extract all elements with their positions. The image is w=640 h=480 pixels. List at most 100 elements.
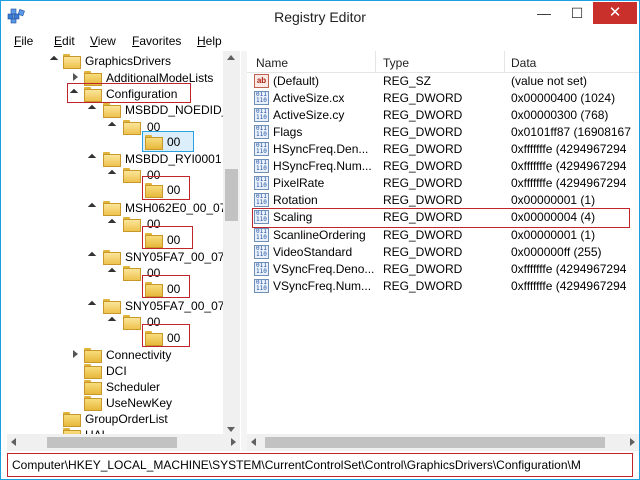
tree-item-00[interactable]: 00 bbox=[7, 330, 227, 347]
value-data: 0xfffffffe (4294967294 bbox=[511, 176, 627, 190]
string-value-icon: ab bbox=[254, 74, 269, 88]
scroll-down-icon[interactable] bbox=[227, 427, 235, 432]
tree-vertical-scrollbar[interactable] bbox=[223, 51, 240, 436]
collapse-arrow-icon[interactable] bbox=[89, 252, 97, 260]
collapse-arrow-icon[interactable] bbox=[109, 317, 117, 325]
column-header-name[interactable]: Name bbox=[256, 56, 288, 70]
value-data: 0xfffffffe (4294967294 bbox=[511, 279, 627, 293]
table-row[interactable]: 011 110 Rotation REG_DWORD 0x00000001 (1) bbox=[247, 192, 639, 209]
column-divider[interactable] bbox=[375, 51, 376, 73]
scroll-right-icon[interactable] bbox=[630, 438, 635, 446]
menu-favorites[interactable]: Favorites bbox=[132, 34, 181, 48]
value-name: ActiveSize.cy bbox=[273, 108, 345, 122]
collapse-arrow-icon[interactable] bbox=[89, 154, 97, 162]
tree-item-00[interactable]: 00 bbox=[7, 216, 227, 233]
collapse-arrow-icon[interactable] bbox=[109, 268, 117, 276]
registry-editor-window: Registry Editor — ☐ ✕ File Edit View Fav… bbox=[0, 0, 640, 480]
binary-value-icon: 011 110 bbox=[254, 125, 269, 139]
tree-item-graphicsdrivers[interactable]: GraphicsDrivers bbox=[7, 53, 227, 70]
menu-favorites-label: avorites bbox=[139, 34, 182, 48]
tree-item-label: UseNewKey bbox=[106, 396, 173, 410]
close-button[interactable]: ✕ bbox=[593, 2, 637, 24]
value-data: (value not set) bbox=[511, 74, 588, 88]
value-type: REG_DWORD bbox=[383, 91, 463, 105]
tree-item-connectivity[interactable]: Connectivity bbox=[7, 347, 227, 364]
scroll-left-icon[interactable] bbox=[251, 438, 256, 446]
table-row[interactable]: 011 110 VSyncFreq.Num... REG_DWORD 0xffff… bbox=[247, 278, 639, 295]
collapse-arrow-icon[interactable] bbox=[89, 301, 97, 309]
minimize-button[interactable]: — bbox=[529, 2, 559, 24]
scroll-thumb[interactable] bbox=[265, 437, 605, 448]
maximize-button[interactable]: ☐ bbox=[562, 2, 592, 24]
value-name: HSyncFreq.Num... bbox=[273, 159, 372, 173]
tree-item-label: MSH062E0_00_07 bbox=[125, 201, 227, 215]
tree-item-label: Connectivity bbox=[106, 348, 172, 362]
value-type: REG_SZ bbox=[383, 74, 432, 88]
column-header-data[interactable]: Data bbox=[511, 56, 536, 70]
tree-item-msbdd-ryi0001[interactable]: MSBDD_RYI0001 bbox=[7, 151, 227, 168]
tree-item-label: MSBDD_NOEDID_ bbox=[125, 103, 229, 117]
collapse-arrow-icon[interactable] bbox=[51, 56, 59, 64]
folder-open-icon bbox=[103, 299, 121, 314]
tree-item-dci[interactable]: DCI bbox=[7, 363, 227, 380]
table-row[interactable]: 011 110 VSyncFreq.Deno... REG_DWORD 0xfff… bbox=[247, 261, 639, 278]
folder-open-icon bbox=[123, 266, 141, 281]
menu-view[interactable]: View bbox=[90, 34, 116, 48]
expand-arrow-icon[interactable] bbox=[72, 73, 80, 81]
menu-file[interactable]: File bbox=[14, 34, 33, 48]
scroll-right-icon[interactable] bbox=[231, 438, 236, 446]
tree-item-00[interactable]: 00 bbox=[7, 232, 227, 249]
tree-item-msbdd-noedid[interactable]: MSBDD_NOEDID_ bbox=[7, 102, 229, 119]
tree-item-sny05fa7[interactable]: SNY05FA7_00_07 bbox=[7, 249, 227, 266]
collapse-arrow-icon[interactable] bbox=[109, 219, 117, 227]
value-type: REG_DWORD bbox=[383, 279, 463, 293]
tree-item-label: GroupOrderList bbox=[85, 412, 168, 426]
tree-horizontal-scrollbar[interactable] bbox=[7, 434, 240, 451]
table-row[interactable]: 011 110 ActiveSize.cx REG_DWORD 0x0000040… bbox=[247, 90, 639, 107]
menu-view-label: iew bbox=[97, 34, 116, 48]
column-divider[interactable] bbox=[504, 51, 505, 73]
value-data: 0xfffffffe (4294967294 bbox=[511, 262, 627, 276]
table-row[interactable]: 011 110 Flags REG_DWORD 0x0101ff87 (16908… bbox=[247, 124, 639, 141]
tree-item-sny05fa7[interactable]: SNY05FA7_00_07 bbox=[7, 298, 227, 315]
collapse-arrow-icon[interactable] bbox=[89, 105, 97, 113]
title-bar: Registry Editor — ☐ ✕ bbox=[1, 1, 639, 32]
collapse-arrow-icon[interactable] bbox=[109, 122, 117, 130]
binary-value-icon: 011 110 bbox=[254, 193, 269, 207]
scroll-left-icon[interactable] bbox=[11, 438, 16, 446]
tree-item-00[interactable]: 00 bbox=[7, 182, 227, 199]
tree-item-00-selected[interactable]: 00 bbox=[7, 134, 227, 151]
annotation-box-00 bbox=[142, 275, 190, 298]
values-list: Name Type Data ab (Default) REG_SZ (valu… bbox=[247, 51, 639, 451]
collapse-arrow-icon[interactable] bbox=[89, 203, 97, 211]
tree-item-grouporderlist[interactable]: GroupOrderList bbox=[7, 411, 227, 428]
table-row[interactable]: 011 110 HSyncFreq.Num... REG_DWORD 0xffff… bbox=[247, 158, 639, 175]
collapse-arrow-icon[interactable] bbox=[109, 170, 117, 178]
menu-edit[interactable]: Edit bbox=[54, 34, 75, 48]
table-row[interactable]: 011 110 VideoStandard REG_DWORD 0x000000f… bbox=[247, 244, 639, 261]
folder-open-icon bbox=[123, 168, 141, 183]
folder-open-icon bbox=[123, 120, 141, 135]
tree-item-usenewkey[interactable]: UseNewKey bbox=[7, 395, 227, 412]
scroll-up-icon[interactable] bbox=[227, 55, 235, 60]
table-row[interactable]: 011 110 ScanlineOrdering REG_DWORD 0x0000… bbox=[247, 227, 639, 244]
tree-item-00[interactable]: 00 bbox=[7, 314, 227, 331]
binary-value-icon: 011 110 bbox=[254, 159, 269, 173]
table-row[interactable]: ab (Default) REG_SZ (value not set) bbox=[247, 73, 639, 90]
tree-item-msh062e0[interactable]: MSH062E0_00_07 bbox=[7, 200, 227, 217]
expand-arrow-icon[interactable] bbox=[72, 350, 80, 358]
list-horizontal-scrollbar[interactable] bbox=[247, 434, 639, 451]
table-row[interactable]: 011 110 HSyncFreq.Den... REG_DWORD 0xffff… bbox=[247, 141, 639, 158]
tree-item-00[interactable]: 00 bbox=[7, 265, 227, 282]
column-header-type[interactable]: Type bbox=[383, 56, 409, 70]
value-name: (Default) bbox=[273, 74, 320, 88]
tree-item-scheduler[interactable]: Scheduler bbox=[7, 379, 227, 396]
table-row[interactable]: 011 110 ActiveSize.cy REG_DWORD 0x0000030… bbox=[247, 107, 639, 124]
tree-item-00[interactable]: 00 bbox=[7, 281, 227, 298]
scroll-thumb[interactable] bbox=[225, 169, 238, 221]
binary-value-icon: 011 110 bbox=[254, 108, 269, 122]
menu-help[interactable]: Help bbox=[197, 34, 222, 48]
scroll-thumb[interactable] bbox=[47, 437, 177, 448]
table-row[interactable]: 011 110 PixelRate REG_DWORD 0xfffffffe (4… bbox=[247, 175, 639, 192]
value-type: REG_DWORD bbox=[383, 176, 463, 190]
